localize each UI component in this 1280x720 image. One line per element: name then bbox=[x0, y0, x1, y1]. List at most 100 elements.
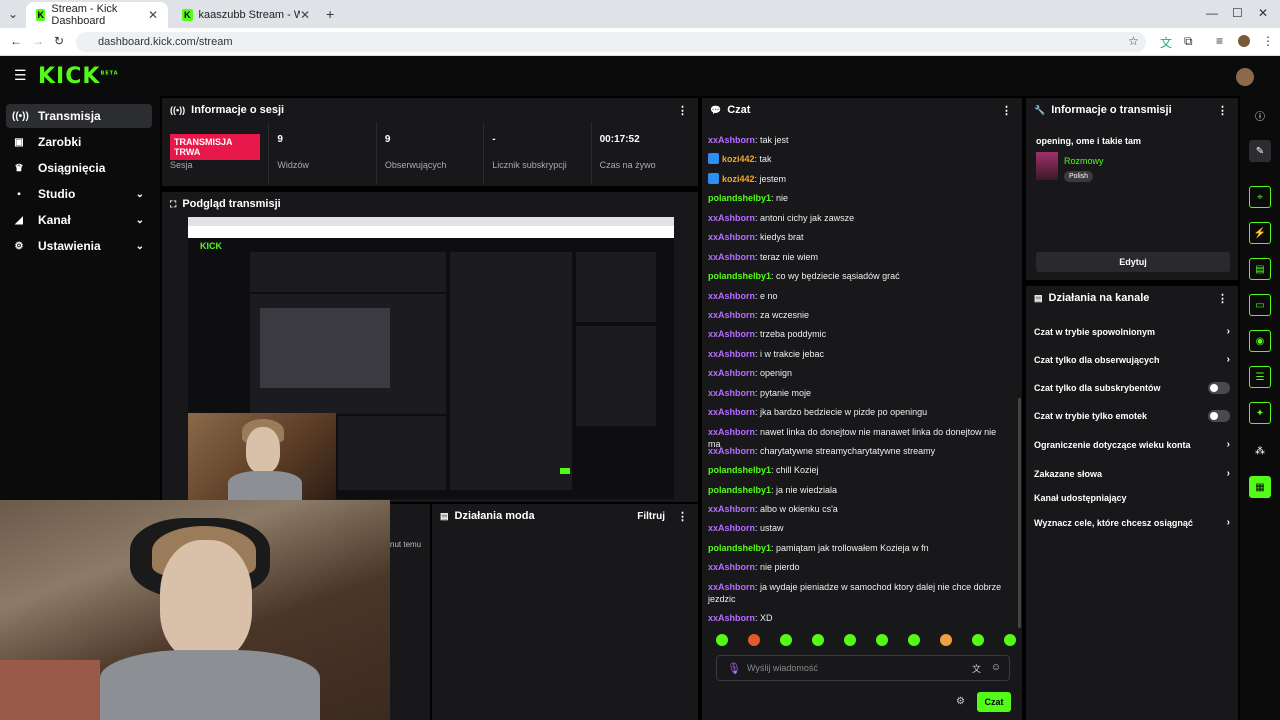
subscribers-only-toggle[interactable] bbox=[1208, 382, 1230, 394]
send-chat-button[interactable]: Czat bbox=[977, 692, 1011, 712]
chat-username[interactable]: xxAshborn bbox=[708, 407, 755, 417]
chat-username[interactable]: xxAshborn bbox=[708, 213, 755, 223]
emote-icon[interactable] bbox=[716, 634, 728, 646]
emoji-icon[interactable]: ☺ bbox=[991, 662, 1001, 673]
close-window-icon[interactable]: ✕ bbox=[1258, 6, 1268, 20]
category-name[interactable]: Rozmowy bbox=[1064, 156, 1104, 166]
chat-username[interactable]: kozi442 bbox=[722, 174, 755, 184]
focus-icon[interactable]: ⌖ bbox=[1249, 186, 1271, 208]
wrench-icon[interactable]: ✦ bbox=[1249, 402, 1271, 424]
chat-username[interactable]: xxAshborn bbox=[708, 582, 755, 592]
media-icon[interactable]: ≡ bbox=[1216, 34, 1223, 48]
chat-username[interactable]: xxAshborn bbox=[708, 252, 755, 262]
minimize-icon[interactable]: — bbox=[1206, 6, 1218, 20]
forward-icon[interactable]: → bbox=[32, 34, 44, 48]
more-options-icon[interactable]: ⋮ bbox=[1217, 104, 1228, 117]
chat-username[interactable]: xxAshborn bbox=[708, 427, 755, 437]
more-options-icon[interactable]: ⋮ bbox=[677, 510, 688, 523]
hamburger-menu-icon[interactable]: ☰ bbox=[14, 67, 27, 84]
profile-avatar[interactable] bbox=[1238, 35, 1250, 47]
maximize-icon[interactable]: ☐ bbox=[1232, 6, 1243, 20]
action-banned-words[interactable]: Zakazane słowa › bbox=[1034, 468, 1230, 479]
action-set-goals[interactable]: Wyznacz cele, które chcesz osiągnąć › bbox=[1034, 517, 1230, 528]
chat-username[interactable]: polandshelby1 bbox=[708, 465, 771, 475]
browser-tab-dashboard[interactable]: K Stream - Kick Dashboard ✕ bbox=[26, 2, 168, 28]
back-icon[interactable]: ← bbox=[10, 34, 22, 48]
emote-only-toggle[interactable] bbox=[1208, 410, 1230, 422]
broadcast-icon[interactable]: ◉ bbox=[1249, 330, 1271, 352]
chat-username[interactable]: xxAshborn bbox=[708, 135, 755, 145]
kick-logo[interactable]: KICKBETA bbox=[38, 64, 119, 89]
list-icon[interactable]: ☰ bbox=[1249, 366, 1271, 388]
emote-icon[interactable] bbox=[748, 634, 760, 646]
chat-icon[interactable]: ▭ bbox=[1249, 294, 1271, 316]
sidebar-item-zarobki[interactable]: ▣ Zarobki bbox=[6, 130, 152, 154]
emote-icon[interactable] bbox=[940, 634, 952, 646]
sidebar-item-osiagniecia[interactable]: ♛ Osiągnięcia bbox=[6, 156, 152, 180]
chat-username[interactable]: xxAshborn bbox=[708, 310, 755, 320]
info-icon[interactable]: ⓘ bbox=[1249, 104, 1271, 126]
filter-button[interactable]: Filtruj bbox=[637, 511, 665, 522]
chat-username[interactable]: xxAshborn bbox=[708, 329, 755, 339]
more-options-icon[interactable]: ⋮ bbox=[1001, 104, 1012, 117]
chat-username[interactable]: polandshelby1 bbox=[708, 543, 771, 553]
sidebar-item-kanal[interactable]: ◢ Kanał ⌄ bbox=[6, 208, 152, 232]
lightning-icon[interactable]: ⚡ bbox=[1249, 222, 1271, 244]
chat-username[interactable]: polandshelby1 bbox=[708, 271, 771, 281]
translate-icon[interactable]: 文 bbox=[972, 662, 981, 675]
chat-settings-icon[interactable]: ⚙ bbox=[956, 696, 965, 707]
document-icon[interactable]: ▤ bbox=[1249, 258, 1271, 280]
edit-layout-icon[interactable]: ✎ bbox=[1249, 140, 1271, 162]
nodes-icon[interactable]: ⁂ bbox=[1249, 440, 1271, 462]
sidebar-item-transmisja[interactable]: ((•)) Transmisja bbox=[6, 104, 152, 128]
browser-tab-watch[interactable]: K kaaszubb Stream - Watch Live ✕ bbox=[172, 2, 320, 28]
emote-icon[interactable] bbox=[780, 634, 792, 646]
emote-icon[interactable] bbox=[908, 634, 920, 646]
chat-username[interactable]: xxAshborn bbox=[708, 368, 755, 378]
chat-username[interactable]: xxAshborn bbox=[708, 446, 755, 456]
emote-icon[interactable] bbox=[972, 634, 984, 646]
url-input[interactable]: dashboard.kick.com/stream bbox=[76, 32, 1146, 52]
action-slow-mode[interactable]: Czat w trybie spowolnionym › bbox=[1034, 326, 1230, 337]
close-tab-icon[interactable]: ✕ bbox=[300, 8, 310, 22]
chat-username[interactable]: kozi442 bbox=[722, 154, 755, 164]
microphone-icon[interactable]: 🎙 bbox=[727, 662, 741, 675]
chat-scrollbar[interactable] bbox=[1018, 398, 1021, 628]
more-options-icon[interactable]: ⋮ bbox=[1217, 292, 1228, 305]
new-tab-icon[interactable]: + bbox=[326, 6, 334, 22]
bookmark-star-icon[interactable]: ☆ bbox=[1128, 34, 1139, 48]
translate-extension-icon[interactable]: 文 bbox=[1160, 34, 1172, 51]
chat-username[interactable]: xxAshborn bbox=[708, 562, 755, 572]
chat-username[interactable]: xxAshborn bbox=[708, 388, 755, 398]
browser-menu-icon[interactable]: ⋮ bbox=[1262, 34, 1274, 48]
clapper-icon[interactable]: ▦ bbox=[1249, 476, 1271, 498]
channel-icon: ◢ bbox=[15, 214, 23, 226]
action-followers-only[interactable]: Czat tylko dla obserwujących › bbox=[1034, 354, 1230, 365]
chat-username[interactable]: xxAshborn bbox=[708, 523, 755, 533]
live-status-badge: TRANSMISJA TRWA bbox=[170, 134, 261, 160]
more-options-icon[interactable]: ⋮ bbox=[677, 104, 688, 117]
emote-icon[interactable] bbox=[1004, 634, 1016, 646]
chat-username[interactable]: xxAshborn bbox=[708, 291, 755, 301]
emote-icon[interactable] bbox=[876, 634, 888, 646]
chat-username[interactable]: xxAshborn bbox=[708, 613, 755, 623]
sidebar-item-studio[interactable]: ▪ Studio ⌄ bbox=[6, 182, 152, 206]
action-account-age[interactable]: Ograniczenie dotyczące wieku konta › bbox=[1034, 439, 1230, 450]
extensions-icon[interactable]: ⧉ bbox=[1184, 34, 1193, 49]
action-host-channel[interactable]: Kanał udostępniający bbox=[1034, 493, 1230, 503]
session-info-panel: ((•)) Informacje o sesji ⋮ TRANSMISJA TR… bbox=[162, 98, 698, 186]
chat-username[interactable]: xxAshborn bbox=[708, 349, 755, 359]
chat-username[interactable]: polandshelby1 bbox=[708, 485, 771, 495]
chat-username[interactable]: polandshelby1 bbox=[708, 193, 771, 203]
chat-username[interactable]: xxAshborn bbox=[708, 232, 755, 242]
reload-icon[interactable]: ↻ bbox=[54, 34, 64, 48]
emote-icon[interactable] bbox=[844, 634, 856, 646]
chat-username[interactable]: xxAshborn bbox=[708, 504, 755, 514]
user-avatar[interactable] bbox=[1236, 68, 1254, 86]
chat-input[interactable]: 🎙 Wyślij wiadomość 文 ☺ bbox=[716, 655, 1010, 681]
emote-icon[interactable] bbox=[812, 634, 824, 646]
sidebar-item-ustawienia[interactable]: ⚙ Ustawienia ⌄ bbox=[6, 234, 152, 258]
edit-stream-button[interactable]: Edytuj bbox=[1036, 252, 1230, 272]
close-tab-icon[interactable]: ✕ bbox=[148, 8, 158, 22]
tab-list-icon[interactable]: ⌄ bbox=[8, 7, 18, 21]
